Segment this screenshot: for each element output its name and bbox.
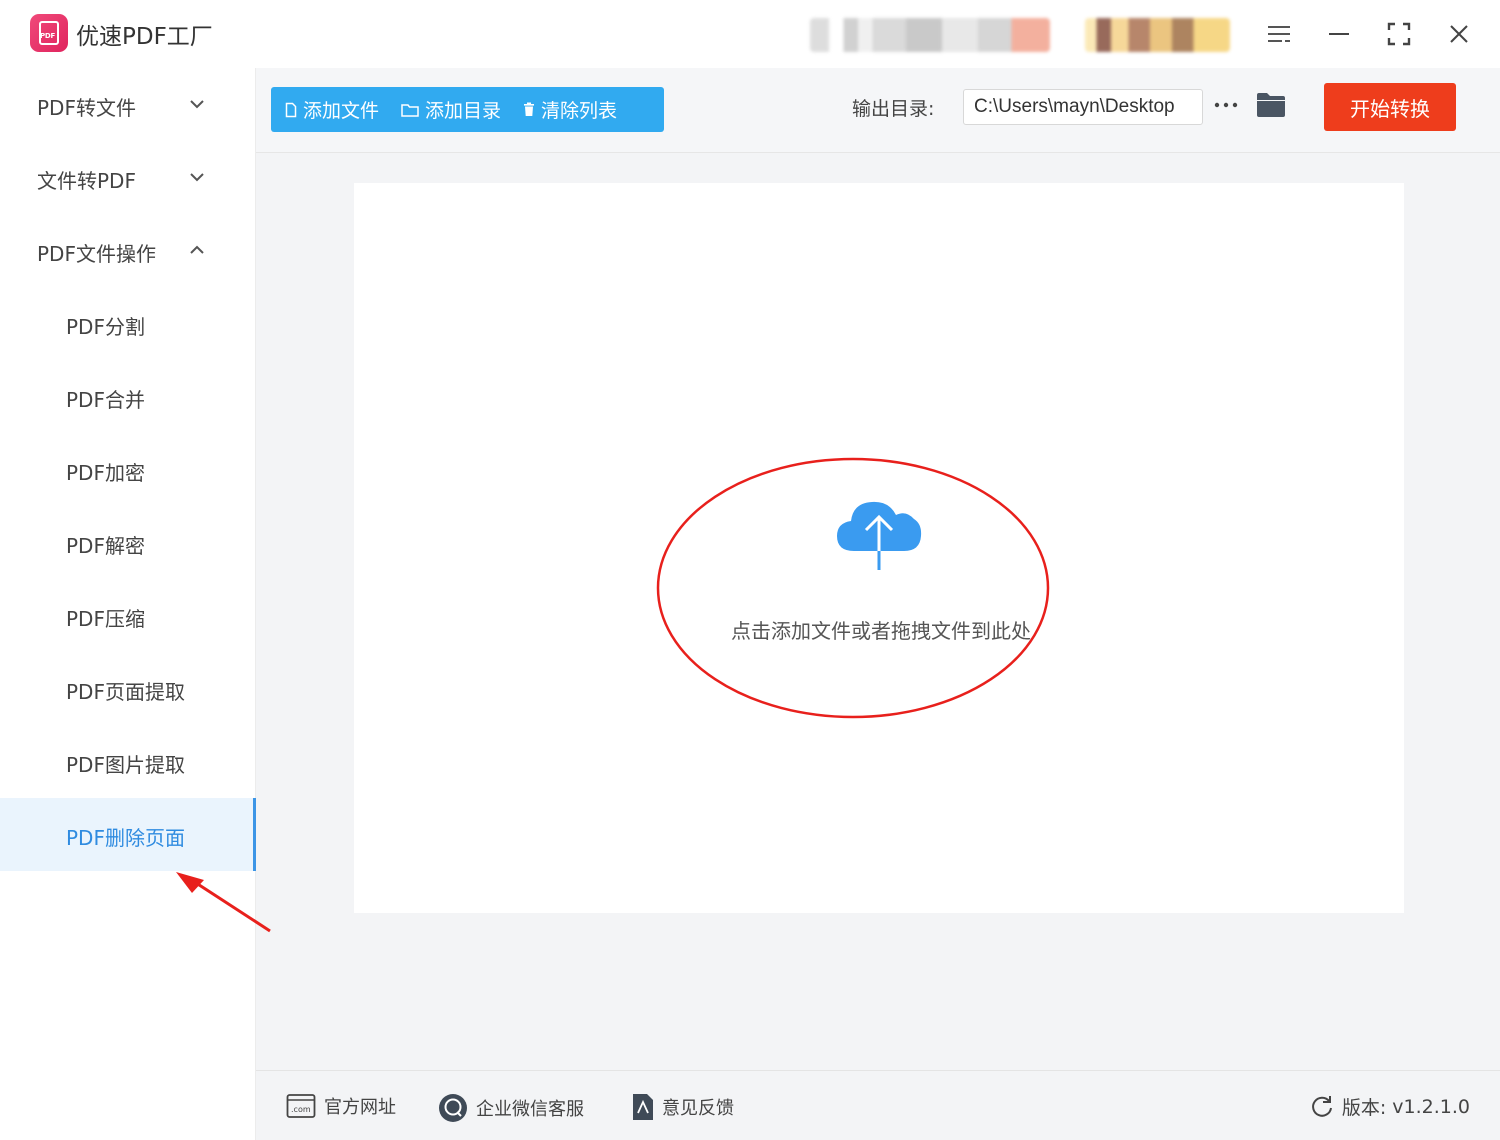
sidebar-group-pdf-operations[interactable]: PDF文件操作: [0, 214, 256, 287]
sidebar-group-label: PDF转文件: [37, 96, 136, 120]
sidebar-group-label: PDF文件操作: [37, 242, 156, 266]
wechat-support-link[interactable]: 企业微信客服: [438, 1093, 584, 1123]
sidebar-item-label: PDF解密: [66, 534, 145, 558]
sidebar-item-label: PDF图片提取: [66, 753, 185, 777]
blurred-user-badge: [1085, 18, 1230, 52]
app-logo-text: PDF: [40, 32, 56, 40]
clear-list-button[interactable]: 清除列表: [523, 96, 617, 123]
add-directory-button[interactable]: 添加目录: [401, 96, 501, 123]
sidebar-item-pdf-image-extract[interactable]: PDF图片提取: [0, 725, 256, 798]
wechat-icon: [439, 1094, 467, 1122]
file-icon: [285, 102, 297, 117]
start-convert-button[interactable]: 开始转换: [1324, 83, 1456, 131]
sidebar-item-pdf-encrypt[interactable]: PDF加密: [0, 433, 256, 506]
fullscreen-button[interactable]: [1379, 14, 1419, 54]
sidebar-group-label: 文件转PDF: [37, 169, 136, 193]
sidebar-group-file-to-pdf[interactable]: 文件转PDF: [0, 141, 256, 214]
close-icon: [1450, 25, 1468, 43]
svg-text:.com: .com: [291, 1105, 311, 1114]
sidebar-group-pdf-to-file[interactable]: PDF转文件: [0, 68, 256, 141]
more-dots-icon: [1214, 102, 1238, 108]
chevron-down-icon: [190, 100, 204, 109]
sidebar-item-label: PDF压缩: [66, 607, 145, 631]
chevron-down-icon: [190, 173, 204, 182]
add-file-button[interactable]: 添加文件: [285, 96, 379, 123]
minimize-icon: [1329, 33, 1349, 35]
toolbar: 添加文件 添加目录 清除列表 输出目录: C:\Users\mayn\Deskt…: [256, 68, 1500, 153]
sidebar-item-label: PDF合并: [66, 388, 145, 412]
feedback-label: 意见反馈: [662, 1098, 734, 1119]
drop-zone-hint-text: 点击添加文件或者拖拽文件到此处: [731, 619, 1031, 643]
drop-zone-hint: 点击添加文件或者拖拽文件到此处: [354, 615, 1404, 644]
wechat-support-label: 企业微信客服: [476, 1099, 584, 1120]
refresh-icon: [1311, 1095, 1332, 1117]
version-value: v1.2.1.0: [1392, 1095, 1470, 1118]
sidebar-item-pdf-delete-pages[interactable]: PDF删除页面: [0, 798, 256, 871]
chevron-up-icon: [190, 245, 204, 254]
version-label: 版本:: [1341, 1097, 1387, 1119]
sidebar: PDF转文件 文件转PDF PDF文件操作 PDF分割 PDF合并 PDF加密 …: [0, 68, 256, 1140]
sidebar-item-pdf-compress[interactable]: PDF压缩: [0, 579, 256, 652]
feedback-icon: [633, 1094, 653, 1120]
minimize-button[interactable]: [1319, 14, 1359, 54]
title-bar: PDF 优速PDF工厂: [0, 0, 1500, 68]
sidebar-item-pdf-decrypt[interactable]: PDF解密: [0, 506, 256, 579]
footer-bar: .com 官方网址 企业微信客服 意见反馈 版本: v1.2.1.0: [256, 1070, 1500, 1140]
main-area: 点击添加文件或者拖拽文件到此处: [256, 153, 1500, 1070]
close-button[interactable]: [1439, 14, 1479, 54]
output-directory-input[interactable]: [963, 89, 1203, 125]
official-website-link[interactable]: .com 官方网址: [286, 1093, 396, 1119]
browse-more-button[interactable]: [1212, 90, 1240, 120]
sidebar-item-label: PDF页面提取: [66, 680, 185, 704]
website-icon: .com: [286, 1094, 316, 1118]
output-directory-label: 输出目录:: [852, 98, 935, 120]
clear-list-label: 清除列表: [541, 100, 618, 122]
official-website-label: 官方网址: [324, 1097, 396, 1118]
feedback-link[interactable]: 意见反馈: [632, 1093, 734, 1121]
menu-icon: [1268, 26, 1290, 42]
sidebar-item-label: PDF加密: [66, 461, 145, 485]
file-actions-group: 添加文件 添加目录 清除列表: [271, 87, 664, 132]
add-file-label: 添加文件: [303, 100, 380, 122]
version-info: 版本: v1.2.1.0: [1310, 1093, 1470, 1120]
fullscreen-icon: [1387, 22, 1411, 46]
blurred-account-info: [810, 18, 1050, 52]
sidebar-item-label: PDF删除页面: [66, 826, 185, 850]
sidebar-item-pdf-merge[interactable]: PDF合并: [0, 360, 256, 433]
folder-outline-icon: [401, 103, 419, 117]
menu-button[interactable]: [1259, 14, 1299, 54]
file-drop-zone[interactable]: 点击添加文件或者拖拽文件到此处: [354, 183, 1404, 913]
trash-icon: [524, 102, 535, 116]
cloud-upload-icon: [837, 501, 922, 570]
folder-icon: [1257, 93, 1285, 117]
sidebar-item-label: PDF分割: [66, 315, 145, 339]
sidebar-item-pdf-page-extract[interactable]: PDF页面提取: [0, 652, 256, 725]
open-folder-button[interactable]: [1256, 92, 1286, 122]
app-title: 优速PDF工厂: [76, 24, 213, 50]
sidebar-item-pdf-split[interactable]: PDF分割: [0, 287, 256, 360]
app-logo-icon: PDF: [30, 14, 68, 52]
add-directory-label: 添加目录: [425, 100, 502, 122]
